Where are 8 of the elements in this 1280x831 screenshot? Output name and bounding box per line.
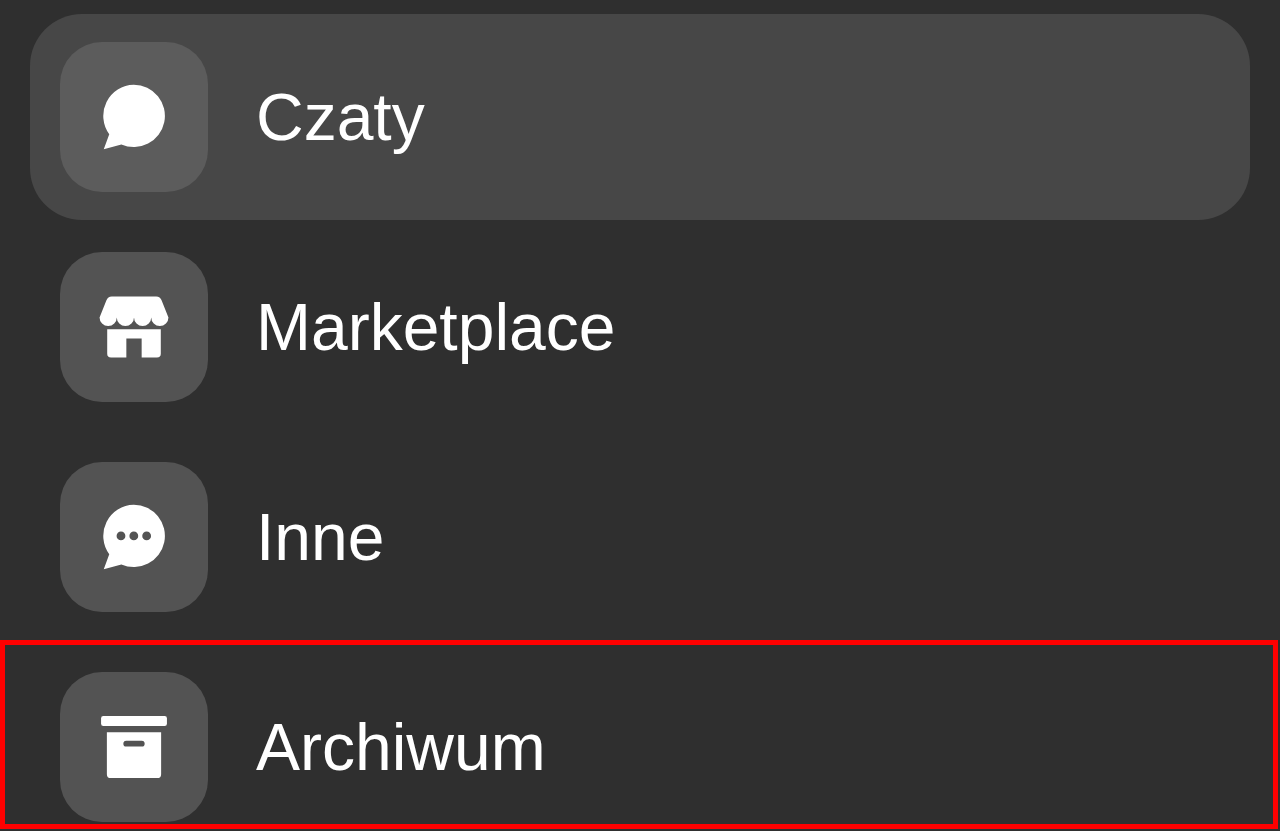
chat-bubble-icon xyxy=(60,42,208,192)
menu-item[interactable]: Czaty xyxy=(30,14,1250,220)
menu-item[interactable]: Marketplace xyxy=(30,224,1250,430)
chat-dots-icon xyxy=(60,462,208,612)
store-icon xyxy=(60,252,208,402)
menu-item[interactable]: Archiwum xyxy=(30,644,1250,831)
archive-box-icon xyxy=(60,672,208,822)
menu-item[interactable]: Inne xyxy=(30,434,1250,640)
